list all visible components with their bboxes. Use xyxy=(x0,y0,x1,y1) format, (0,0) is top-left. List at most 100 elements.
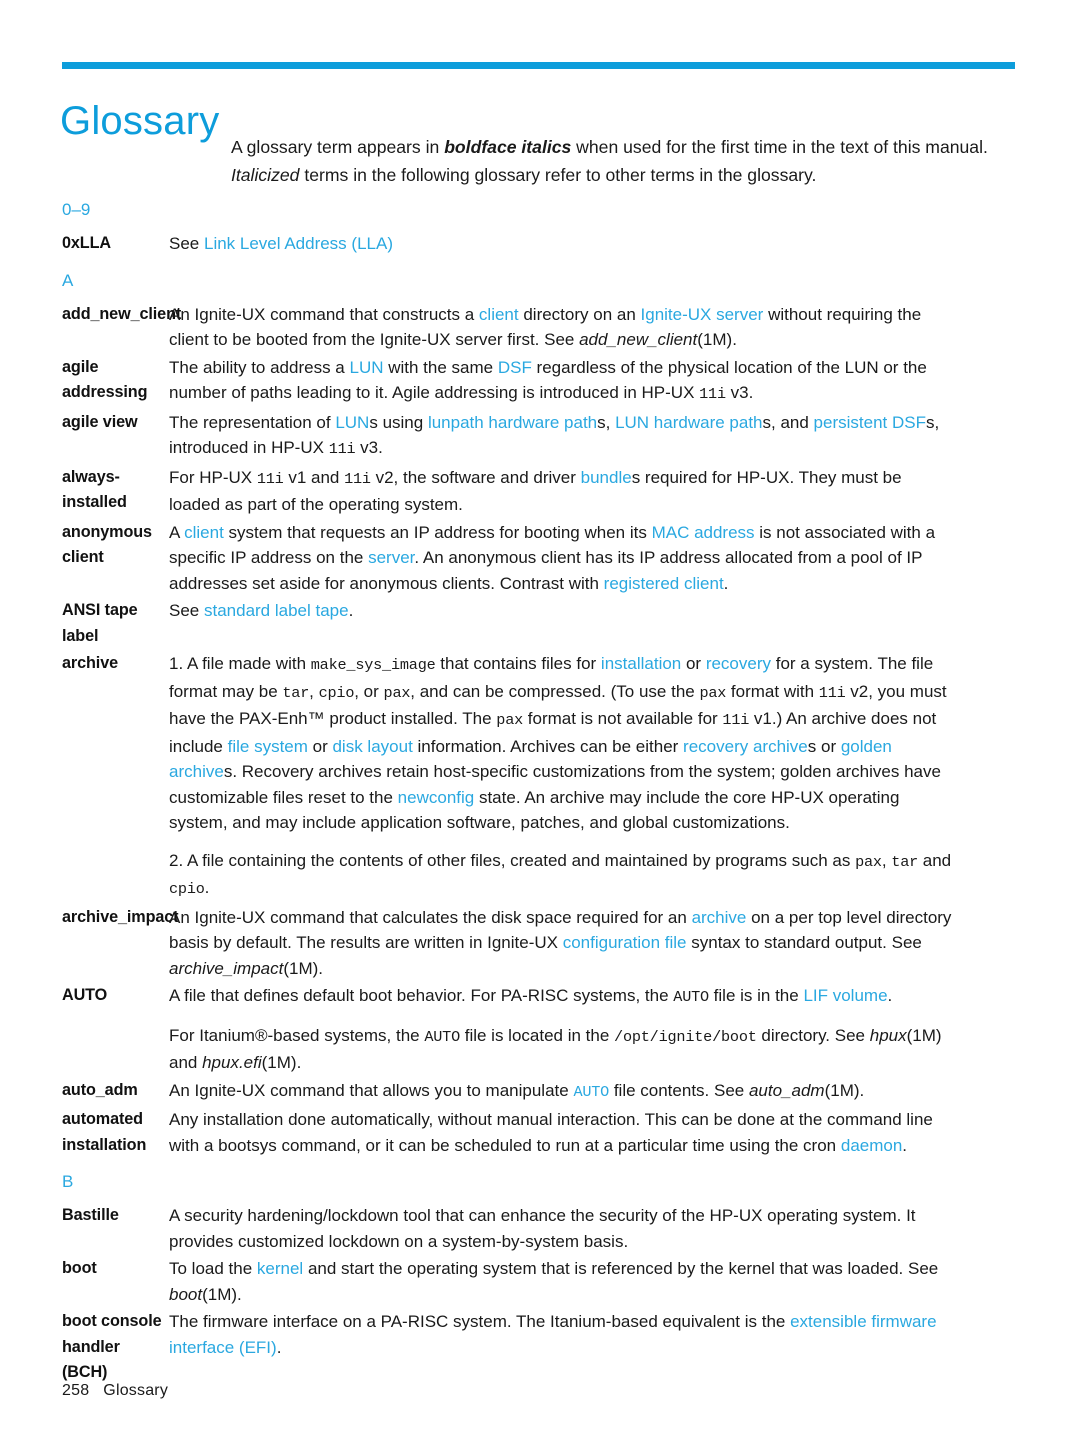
intro-text-2: when used for the first time in the text… xyxy=(571,137,988,157)
text: , xyxy=(309,681,319,701)
intro-paragraph: A glossary term appears in boldface ital… xyxy=(231,133,1015,189)
text: v2, the software and driver xyxy=(370,467,581,487)
link-lun-hardware-path[interactable]: LUN hardware path xyxy=(615,413,762,432)
link-archive[interactable]: archive xyxy=(692,908,747,927)
text: (1M). xyxy=(261,1053,302,1072)
link-client[interactable]: client xyxy=(479,305,519,324)
link-mac-address[interactable]: MAC address xyxy=(652,523,755,542)
link-configuration-file[interactable]: configuration file xyxy=(563,933,687,952)
version-11i: 11i xyxy=(328,440,356,458)
link-lunpath-hardware-path[interactable]: lunpath hardware path xyxy=(428,413,597,432)
text: . xyxy=(887,986,893,1005)
man-ref: auto_adm xyxy=(748,1080,825,1100)
version-11i: 11i xyxy=(722,711,750,729)
text: (1M). xyxy=(283,958,323,978)
text: s using xyxy=(369,412,428,432)
link-standard-label-tape[interactable]: standard label tape xyxy=(204,601,349,620)
text: (1M). xyxy=(824,1080,865,1100)
fmt-pax: pax xyxy=(855,852,882,871)
version-11i: 11i xyxy=(256,469,284,488)
text: For HP-UX xyxy=(169,467,257,487)
text: , or xyxy=(354,681,384,701)
page-title: Glossary xyxy=(60,98,220,143)
term-auto-adm: auto_adm xyxy=(62,1080,138,1099)
text: file is located in the xyxy=(460,1025,615,1045)
fmt-tar: tar xyxy=(891,852,919,871)
term-boot-console-handler: boot console handler (BCH) xyxy=(0,1309,169,1386)
intro-text-1: A glossary term appears in xyxy=(231,137,445,157)
glossary-entry: always-installed For HP-UX 11i v1 and 11… xyxy=(0,465,1080,518)
text: . xyxy=(204,878,210,897)
text: For Itanium®-based systems, the xyxy=(169,1025,425,1045)
text: A xyxy=(169,522,185,542)
text: directory. See xyxy=(756,1025,870,1045)
section-heading-0-9: 0–9 xyxy=(62,200,91,219)
term-agile-view: agile view xyxy=(62,412,138,431)
link-link-level-address[interactable]: Link Level Address (LLA) xyxy=(204,234,393,253)
text: s, xyxy=(597,412,616,432)
glossary-list: 0–9 0xLLA See Link Level Address (LLA) A… xyxy=(0,197,1080,1388)
link-recovery[interactable]: recovery xyxy=(706,654,771,673)
term-line-2: handler (BCH) xyxy=(62,1337,120,1382)
definition-agile-view: The representation of LUNs using lunpath… xyxy=(169,410,953,463)
link-server[interactable]: server xyxy=(368,548,414,567)
text: , and can be compressed. (To use the xyxy=(410,681,700,701)
link-lif-volume[interactable]: LIF volume xyxy=(803,986,887,1005)
link-lun[interactable]: LUN xyxy=(335,413,369,432)
text: with the same xyxy=(383,357,498,377)
link-ignite-ux-server[interactable]: Ignite-UX server xyxy=(641,305,764,324)
text: A file that defines default boot behavio… xyxy=(169,986,674,1005)
fmt-cpio: cpio xyxy=(169,880,205,898)
auto-para-2: For Itanium®-based systems, the AUTO fil… xyxy=(169,1023,953,1076)
text: file is in the xyxy=(708,986,804,1005)
link-file-system[interactable]: file system xyxy=(228,737,308,756)
link-newconfig[interactable]: newconfig xyxy=(398,788,475,807)
term-anonymous-client: anonymous client xyxy=(62,522,152,567)
text: syntax to standard output. See xyxy=(686,933,922,952)
link-persistent-dsf[interactable]: persistent DSF xyxy=(814,413,926,432)
link-dsf[interactable]: DSF xyxy=(498,358,532,377)
text: (1M). xyxy=(697,330,737,349)
definition-auto: A file that defines default boot behavio… xyxy=(169,983,953,1076)
text: and xyxy=(918,850,952,870)
fmt-pax: pax xyxy=(699,683,727,702)
link-client[interactable]: client xyxy=(184,523,224,542)
term-agile-addressing: agile addressing xyxy=(62,357,148,402)
fmt-pax: pax xyxy=(383,683,411,702)
link-installation[interactable]: installation xyxy=(601,654,681,673)
text: and start the operating system that is r… xyxy=(303,1259,939,1278)
definition-always-installed: For HP-UX 11i v1 and 11i v2, the softwar… xyxy=(169,465,953,518)
link-bundle[interactable]: bundle xyxy=(581,468,632,487)
definition-add-new-client: An Ignite-UX command that constructs a c… xyxy=(169,302,953,353)
definition-auto-adm: An Ignite-UX command that allows you to … xyxy=(169,1078,953,1106)
link-recovery-archive[interactable]: recovery archive xyxy=(683,737,808,756)
text: , xyxy=(881,850,892,870)
man-ref: hpux.efi xyxy=(202,1053,262,1072)
fmt-cpio: cpio xyxy=(318,683,355,702)
cmd-make-sys-image: make_sys_image xyxy=(310,656,436,674)
glossary-entry: archive_impact An Ignite-UX command that… xyxy=(0,905,1080,982)
link-disk-layout[interactable]: disk layout xyxy=(332,737,412,756)
link-kernel[interactable]: kernel xyxy=(257,1259,303,1278)
link-registered-client[interactable]: registered client xyxy=(604,574,724,593)
definition-boot-console-handler: The firmware interface on a PA-RISC syst… xyxy=(169,1309,953,1360)
file-auto: AUTO xyxy=(424,1027,460,1046)
text: Any installation done automatically, wit… xyxy=(169,1110,933,1155)
text: s or xyxy=(807,736,841,756)
glossary-entry: Bastille A security hardening/lockdown t… xyxy=(0,1203,1080,1254)
version-11i: 11i xyxy=(699,385,726,403)
link-auto-file[interactable]: AUTO xyxy=(573,1083,609,1101)
term-bastille: Bastille xyxy=(62,1206,119,1224)
link-lun[interactable]: LUN xyxy=(349,358,383,377)
definition-anonymous-client: A client system that requests an IP addr… xyxy=(169,520,953,597)
header-rule xyxy=(62,62,1015,69)
text: The representation of xyxy=(169,412,336,432)
text: v3. xyxy=(355,438,383,457)
link-daemon[interactable]: daemon xyxy=(841,1136,902,1155)
text: . xyxy=(276,1337,282,1357)
text: The firmware interface on a PA-RISC syst… xyxy=(169,1312,791,1331)
text: format with xyxy=(726,681,819,701)
term-always-installed: always-installed xyxy=(62,467,127,512)
section-heading-b: B xyxy=(62,1172,74,1191)
definition-automated-installation: Any installation done automatically, wit… xyxy=(169,1107,953,1158)
